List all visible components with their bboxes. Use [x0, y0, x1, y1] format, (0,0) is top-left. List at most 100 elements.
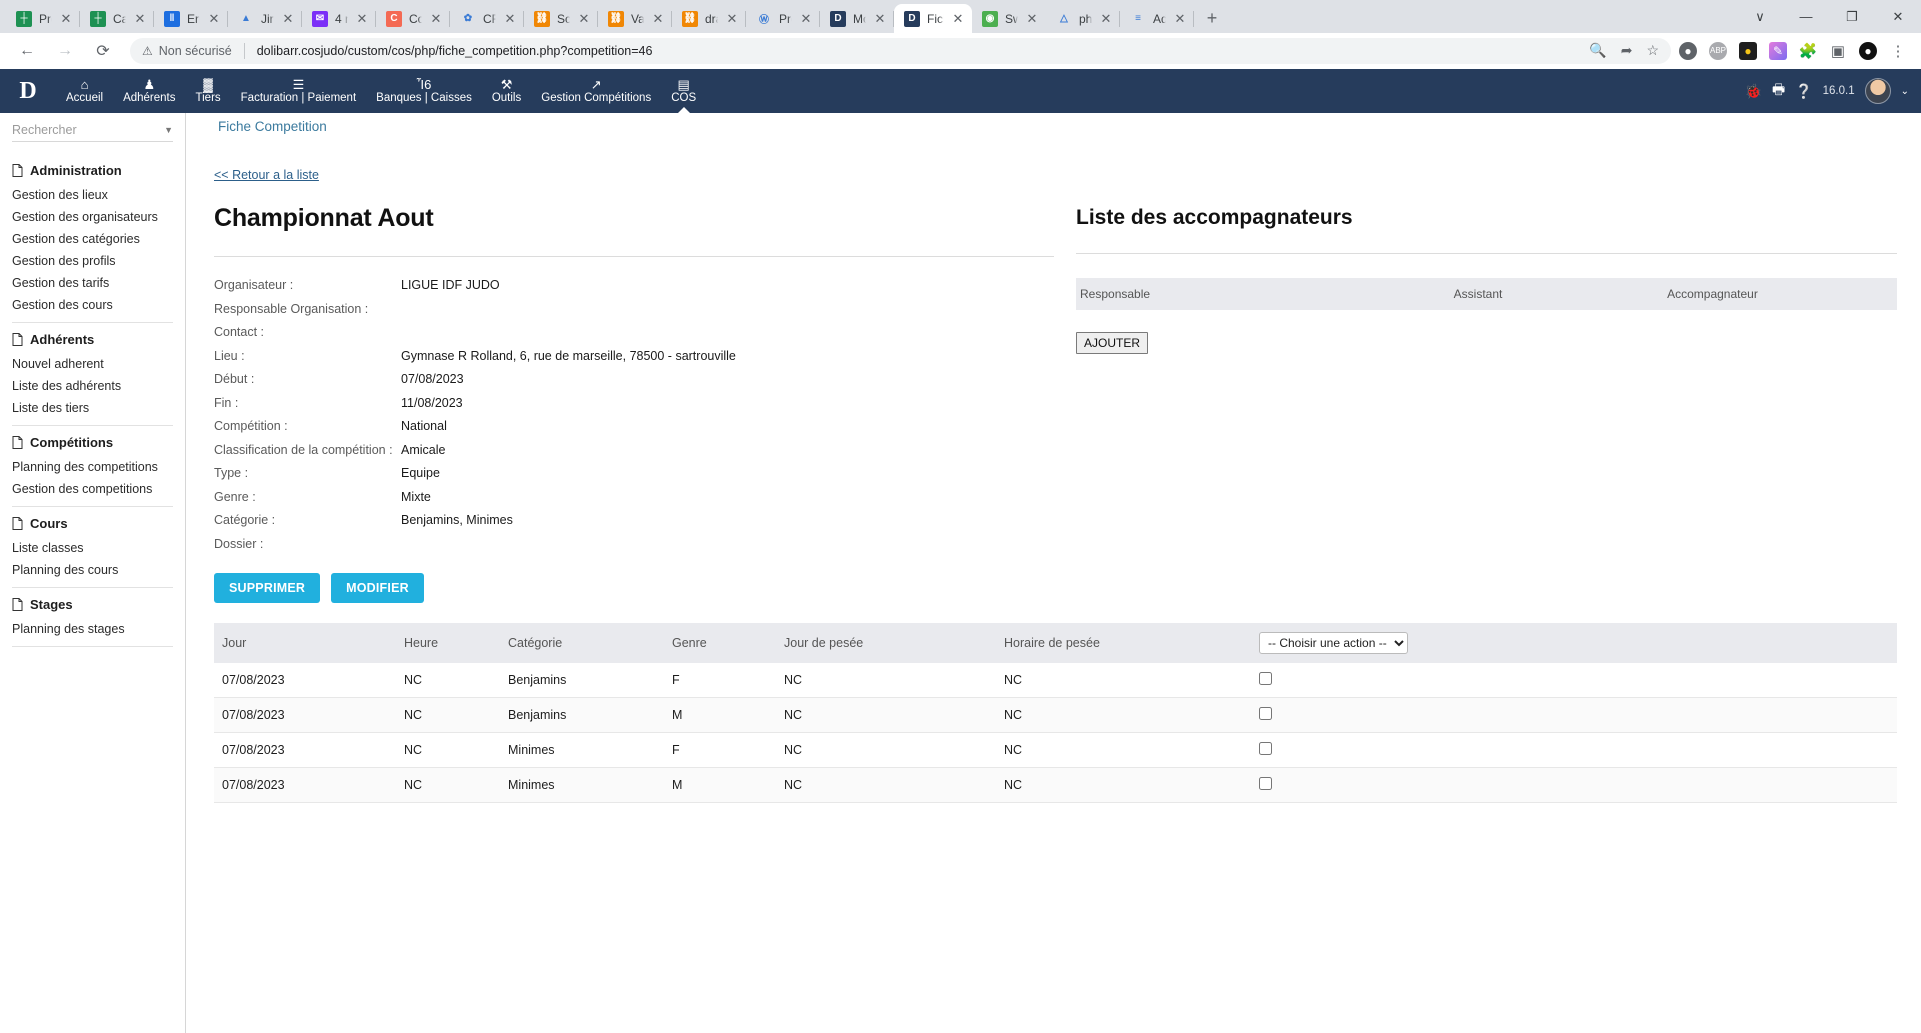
- sidebar-item-gestion-des-competitions[interactable]: Gestion des competitions: [12, 478, 173, 500]
- close-icon[interactable]: ✕: [1025, 12, 1039, 26]
- chevron-down-icon[interactable]: ⌄: [1901, 86, 1909, 97]
- browser-tab[interactable]: ┼ Cahier ✕: [80, 4, 154, 33]
- cell-categorie-link[interactable]: Benjamins: [500, 663, 664, 698]
- back-to-list-link[interactable]: << Retour a la liste: [214, 148, 1897, 182]
- close-icon[interactable]: ✕: [503, 12, 517, 26]
- adblock-plus-icon[interactable]: ABP: [1709, 41, 1727, 60]
- row-select-checkbox[interactable]: [1259, 742, 1272, 755]
- close-icon[interactable]: ✕: [951, 12, 965, 26]
- new-tab-button[interactable]: +: [1198, 4, 1226, 32]
- sidebar-item-nouvel-adherent[interactable]: Nouvel adherent: [12, 353, 173, 375]
- colorpick-icon[interactable]: ✎: [1769, 41, 1787, 60]
- bug-icon[interactable]: 🐞: [1745, 83, 1762, 100]
- close-icon[interactable]: ✕: [133, 12, 147, 26]
- sidebar-item-gestion-des-cours[interactable]: Gestion des cours: [12, 294, 173, 316]
- forward-button[interactable]: →: [50, 36, 80, 66]
- maximize-button[interactable]: ❐: [1829, 0, 1875, 33]
- column-header-jour-pesee[interactable]: Jour de pesée: [776, 623, 996, 663]
- close-window-button[interactable]: ✕: [1875, 0, 1921, 33]
- topnav-item-banques-caisses[interactable]: Ἶ6 Banques | Caisses: [366, 69, 482, 113]
- column-header-heure[interactable]: Heure: [396, 623, 500, 663]
- close-icon[interactable]: ✕: [1173, 12, 1187, 26]
- column-header-horaire-pesee[interactable]: Horaire de pesée: [996, 623, 1251, 663]
- sidebar-item-gestion-des-cat-gories[interactable]: Gestion des catégories: [12, 228, 173, 250]
- browser-tab[interactable]: ▲ Jira | Lo ✕: [228, 4, 302, 33]
- chevron-down-icon[interactable]: ▼: [164, 125, 173, 135]
- browser-tab[interactable]: △ php - G ✕: [1046, 4, 1120, 33]
- sidebar-item-gestion-des-profils[interactable]: Gestion des profils: [12, 250, 173, 272]
- browser-tab[interactable]: ┼ Project_ ✕: [6, 4, 80, 33]
- browser-tab[interactable]: ≡ Adhére ✕: [1120, 4, 1194, 33]
- close-icon[interactable]: ✕: [281, 12, 295, 26]
- sidebar-item-liste-classes[interactable]: Liste classes: [12, 537, 173, 559]
- help-icon[interactable]: ❔: [1795, 83, 1812, 100]
- close-icon[interactable]: ✕: [429, 12, 443, 26]
- topnav-item-gestion-comp-titions[interactable]: ↗ Gestion Compétitions: [531, 69, 661, 113]
- close-icon[interactable]: ✕: [577, 12, 591, 26]
- column-header-categorie[interactable]: Catégorie: [500, 623, 664, 663]
- sidebar-search[interactable]: ▼: [12, 123, 173, 142]
- sidebar-group-header[interactable]: Adhérents: [12, 323, 173, 353]
- topnav-item-tiers[interactable]: ▓ Tiers: [186, 69, 231, 113]
- minimize-button[interactable]: —: [1783, 0, 1829, 33]
- address-bar[interactable]: ⚠ Non sécurisé dolibarr.cosjudo/custom/c…: [130, 37, 1671, 64]
- dolibarr-logo[interactable]: D: [0, 69, 56, 113]
- cell-categorie-link[interactable]: Minimes: [500, 767, 664, 803]
- sidebar-item-liste-des-adh-rents[interactable]: Liste des adhérents: [12, 375, 173, 397]
- topnav-item-facturation-paiement[interactable]: ☰ Facturation | Paiement: [231, 69, 367, 113]
- browser-tab[interactable]: ‖ Erreur| ✕: [154, 4, 228, 33]
- browser-tab[interactable]: Ⓦ Présent ✕: [746, 4, 820, 33]
- column-header-genre[interactable]: Genre: [664, 623, 776, 663]
- sidebar-item-planning-des-cours[interactable]: Planning des cours: [12, 559, 173, 581]
- browser-tab[interactable]: C Coda | ✕: [376, 4, 450, 33]
- close-icon[interactable]: ✕: [207, 12, 221, 26]
- sidebar-item-liste-des-tiers[interactable]: Liste des tiers: [12, 397, 173, 419]
- sidebar-item-planning-des-competitions[interactable]: Planning des competitions: [12, 456, 173, 478]
- topnav-item-adh-rents[interactable]: ♟ Adhérents: [113, 69, 185, 113]
- printer-icon[interactable]: 🖶: [1772, 79, 1785, 103]
- sidepanel-icon[interactable]: ▣: [1829, 42, 1847, 60]
- browser-tab[interactable]: D Module ✕: [820, 4, 894, 33]
- browser-tab[interactable]: ⛓ draw.io ✕: [672, 4, 746, 33]
- bookmark-star-icon[interactable]: ☆: [1646, 42, 1659, 59]
- profile-icon[interactable]: ●: [1859, 41, 1877, 60]
- sidebar-item-gestion-des-tarifs[interactable]: Gestion des tarifs: [12, 272, 173, 294]
- edit-button[interactable]: MODIFIER: [331, 573, 424, 603]
- sidebar-item-planning-des-stages[interactable]: Planning des stages: [12, 618, 173, 640]
- reload-button[interactable]: ⟳: [88, 36, 118, 66]
- cell-categorie-link[interactable]: Minimes: [500, 732, 664, 768]
- sidebar-group-header[interactable]: Administration: [12, 154, 173, 184]
- row-select-checkbox[interactable]: [1259, 777, 1272, 790]
- sidebar-group-header[interactable]: Cours: [12, 507, 173, 537]
- close-icon[interactable]: ✕: [799, 12, 813, 26]
- close-icon[interactable]: ✕: [1099, 12, 1113, 26]
- bitwarden-icon[interactable]: ●: [1739, 41, 1757, 60]
- search-input[interactable]: [12, 123, 165, 137]
- back-button[interactable]: ←: [12, 36, 42, 66]
- sidebar-group-header[interactable]: Compétitions: [12, 426, 173, 456]
- tab-search-icon[interactable]: ∨: [1737, 0, 1783, 33]
- close-icon[interactable]: ✕: [355, 12, 369, 26]
- row-select-checkbox[interactable]: [1259, 707, 1272, 720]
- row-select-checkbox[interactable]: [1259, 672, 1272, 685]
- browser-tab[interactable]: ✿ CRM C ✕: [450, 4, 524, 33]
- action-select[interactable]: -- Choisir une action --: [1259, 632, 1408, 654]
- breadcrumb[interactable]: Fiche Competition: [186, 113, 1921, 134]
- close-icon[interactable]: ✕: [873, 12, 887, 26]
- sidebar-group-header[interactable]: Stages: [12, 588, 173, 618]
- topnav-item-cos[interactable]: ▤ COS: [661, 69, 706, 114]
- zoom-out-icon[interactable]: 🔍: [1589, 42, 1606, 59]
- pocket-icon[interactable]: ●: [1679, 41, 1697, 60]
- cell-categorie-link[interactable]: Benjamins: [500, 697, 664, 733]
- share-icon[interactable]: ➦: [1621, 42, 1633, 59]
- browser-tab[interactable]: ⛓ Schéma ✕: [524, 4, 598, 33]
- avatar[interactable]: [1864, 78, 1891, 104]
- browser-tab[interactable]: D Fiche C ✕: [894, 4, 972, 33]
- close-icon[interactable]: ✕: [651, 12, 665, 26]
- browser-tab[interactable]: ⛓ Variable ✕: [598, 4, 672, 33]
- browser-menu-icon[interactable]: ⋮: [1889, 42, 1907, 60]
- sidebar-item-gestion-des-lieux[interactable]: Gestion des lieux: [12, 184, 173, 206]
- topnav-item-outils[interactable]: ⚒ Outils: [482, 69, 531, 113]
- column-header-jour[interactable]: Jour: [214, 623, 396, 663]
- delete-button[interactable]: SUPPRIMER: [214, 573, 321, 603]
